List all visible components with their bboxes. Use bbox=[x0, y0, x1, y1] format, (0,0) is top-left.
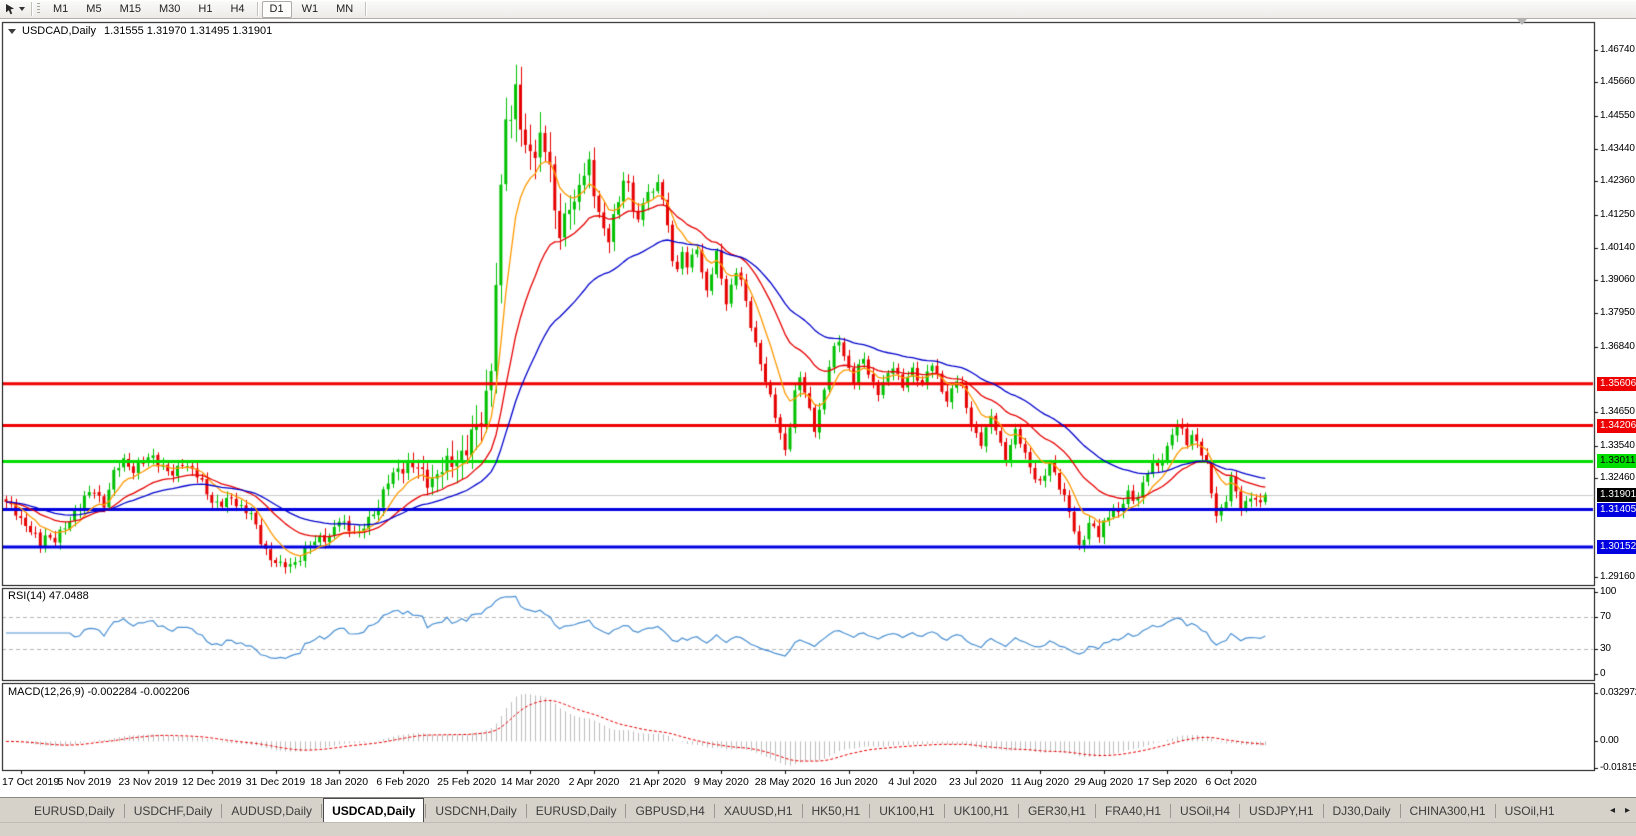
macd-axis-tick-label: 0.032972 bbox=[1600, 687, 1636, 698]
chart-tab-ger30-h1[interactable]: GER30,H1 bbox=[1020, 798, 1094, 823]
macd-axis-tick-label: 0.00 bbox=[1600, 735, 1619, 746]
price-axis-tick-label: 1.34650 bbox=[1600, 406, 1635, 417]
tabbar-spacer bbox=[0, 810, 26, 811]
rsi-axis-tick-label: 100 bbox=[1600, 586, 1616, 597]
price-chart-canvas[interactable] bbox=[0, 0, 1636, 835]
price-axis-tick-label: 1.39060 bbox=[1600, 274, 1635, 285]
tabs-scroll-left-icon[interactable]: ◂ bbox=[1610, 805, 1615, 816]
tab-separator bbox=[1239, 804, 1240, 818]
chart-tab-usdjpy-h1[interactable]: USDJPY,H1 bbox=[1241, 798, 1321, 823]
tab-separator bbox=[802, 804, 803, 818]
price-level-badge: 1.34206 bbox=[1597, 419, 1636, 433]
tab-separator bbox=[1323, 804, 1324, 818]
price-axis-tick-label: 1.40140 bbox=[1600, 242, 1635, 253]
price-axis-tick-label: 1.33540 bbox=[1600, 440, 1635, 451]
tab-separator bbox=[526, 804, 527, 818]
chart-tab-uk100-h1[interactable]: UK100,H1 bbox=[946, 798, 1017, 823]
price-level-badge: 1.30152 bbox=[1597, 540, 1636, 554]
date-axis-tick-label: 6 Oct 2020 bbox=[1186, 776, 1276, 788]
price-axis-tick-label: 1.32460 bbox=[1600, 472, 1635, 483]
price-axis-tick-label: 1.43440 bbox=[1600, 143, 1635, 154]
chart-tab-uk100-h1[interactable]: UK100,H1 bbox=[871, 798, 942, 823]
chart-tab-gbpusd-h4[interactable]: GBPUSD,H4 bbox=[627, 798, 712, 823]
bottom-strip bbox=[0, 822, 1636, 836]
price-level-badge: 1.35606 bbox=[1597, 377, 1636, 391]
price-axis-tick-label: 1.46740 bbox=[1600, 44, 1635, 55]
price-axis-tick-label: 1.29160 bbox=[1600, 571, 1635, 582]
tab-separator bbox=[1095, 804, 1096, 818]
chart-tab-eurusd-daily[interactable]: EURUSD,Daily bbox=[528, 798, 625, 823]
chart-ohlc-values: 1.31555 1.31970 1.31495 1.31901 bbox=[104, 25, 272, 37]
tabs-scroll-arrows: ◂ ▸ bbox=[1610, 798, 1630, 823]
tab-separator bbox=[625, 804, 626, 818]
chart-tab-usdchf-daily[interactable]: USDCHF,Daily bbox=[126, 798, 221, 823]
price-level-badge: 1.31405 bbox=[1597, 503, 1636, 517]
chart-tab-usoil-h4[interactable]: USOil,H4 bbox=[1172, 798, 1238, 823]
price-level-badge: 1.33011 bbox=[1597, 454, 1636, 468]
chart-tab-hk50-h1[interactable]: HK50,H1 bbox=[804, 798, 869, 823]
tab-separator bbox=[321, 804, 322, 818]
tab-separator bbox=[1400, 804, 1401, 818]
indicator-collapse-icon[interactable] bbox=[8, 29, 16, 34]
chart-shift-marker[interactable] bbox=[1517, 19, 1527, 25]
chart-title: USDCAD,Daily 1.31555 1.31970 1.31495 1.3… bbox=[6, 25, 272, 37]
price-axis-tick-label: 1.37950 bbox=[1600, 307, 1635, 318]
price-axis-tick-label: 1.42360 bbox=[1600, 175, 1635, 186]
macd-axis-tick-label: -0.018154 bbox=[1600, 762, 1636, 773]
chart-tab-usdcnh-daily[interactable]: USDCNH,Daily bbox=[427, 798, 524, 823]
price-level-badge: 1.31901 bbox=[1597, 488, 1636, 502]
tab-separator bbox=[714, 804, 715, 818]
chart-tabs-bar: EURUSD,DailyUSDCHF,DailyAUDUSD,DailyUSDC… bbox=[0, 797, 1636, 823]
tab-separator bbox=[221, 804, 222, 818]
tabs-scroll-right-icon[interactable]: ▸ bbox=[1625, 805, 1630, 816]
tab-separator bbox=[1018, 804, 1019, 818]
chart-tab-china300-h1[interactable]: CHINA300,H1 bbox=[1402, 798, 1494, 823]
price-axis-tick-label: 1.45660 bbox=[1600, 76, 1635, 87]
tab-separator bbox=[944, 804, 945, 818]
chart-symbol-period: USDCAD,Daily bbox=[22, 25, 96, 37]
tab-separator bbox=[869, 804, 870, 818]
chart-tabs: EURUSD,DailyUSDCHF,DailyAUDUSD,DailyUSDC… bbox=[26, 798, 1563, 823]
chart-tab-xauusd-h1[interactable]: XAUUSD,H1 bbox=[716, 798, 801, 823]
chart-tab-usoil-h1[interactable]: USOil,H1 bbox=[1497, 798, 1563, 823]
price-axis-tick-label: 1.36840 bbox=[1600, 341, 1635, 352]
price-axis-tick-label: 1.44550 bbox=[1600, 110, 1635, 121]
rsi-axis-tick-label: 30 bbox=[1600, 643, 1611, 654]
tab-separator bbox=[425, 804, 426, 818]
chart-tab-eurusd-daily[interactable]: EURUSD,Daily bbox=[26, 798, 123, 823]
macd-indicator-label: MACD(12,26,9) -0.002284 -0.002206 bbox=[8, 686, 190, 698]
chart-tab-dj30-daily[interactable]: DJ30,Daily bbox=[1325, 798, 1399, 823]
rsi-axis-tick-label: 0 bbox=[1600, 668, 1605, 679]
rsi-indicator-label: RSI(14) 47.0488 bbox=[8, 590, 89, 602]
rsi-axis-tick-label: 70 bbox=[1600, 611, 1611, 622]
price-axis-tick-label: 1.41250 bbox=[1600, 209, 1635, 220]
tab-separator bbox=[1170, 804, 1171, 818]
chart-tab-fra40-h1[interactable]: FRA40,H1 bbox=[1097, 798, 1169, 823]
tab-separator bbox=[1495, 804, 1496, 818]
tab-separator bbox=[124, 804, 125, 818]
chart-tab-usdcad-daily[interactable]: USDCAD,Daily bbox=[323, 798, 424, 823]
chart-tab-audusd-daily[interactable]: AUDUSD,Daily bbox=[223, 798, 320, 823]
